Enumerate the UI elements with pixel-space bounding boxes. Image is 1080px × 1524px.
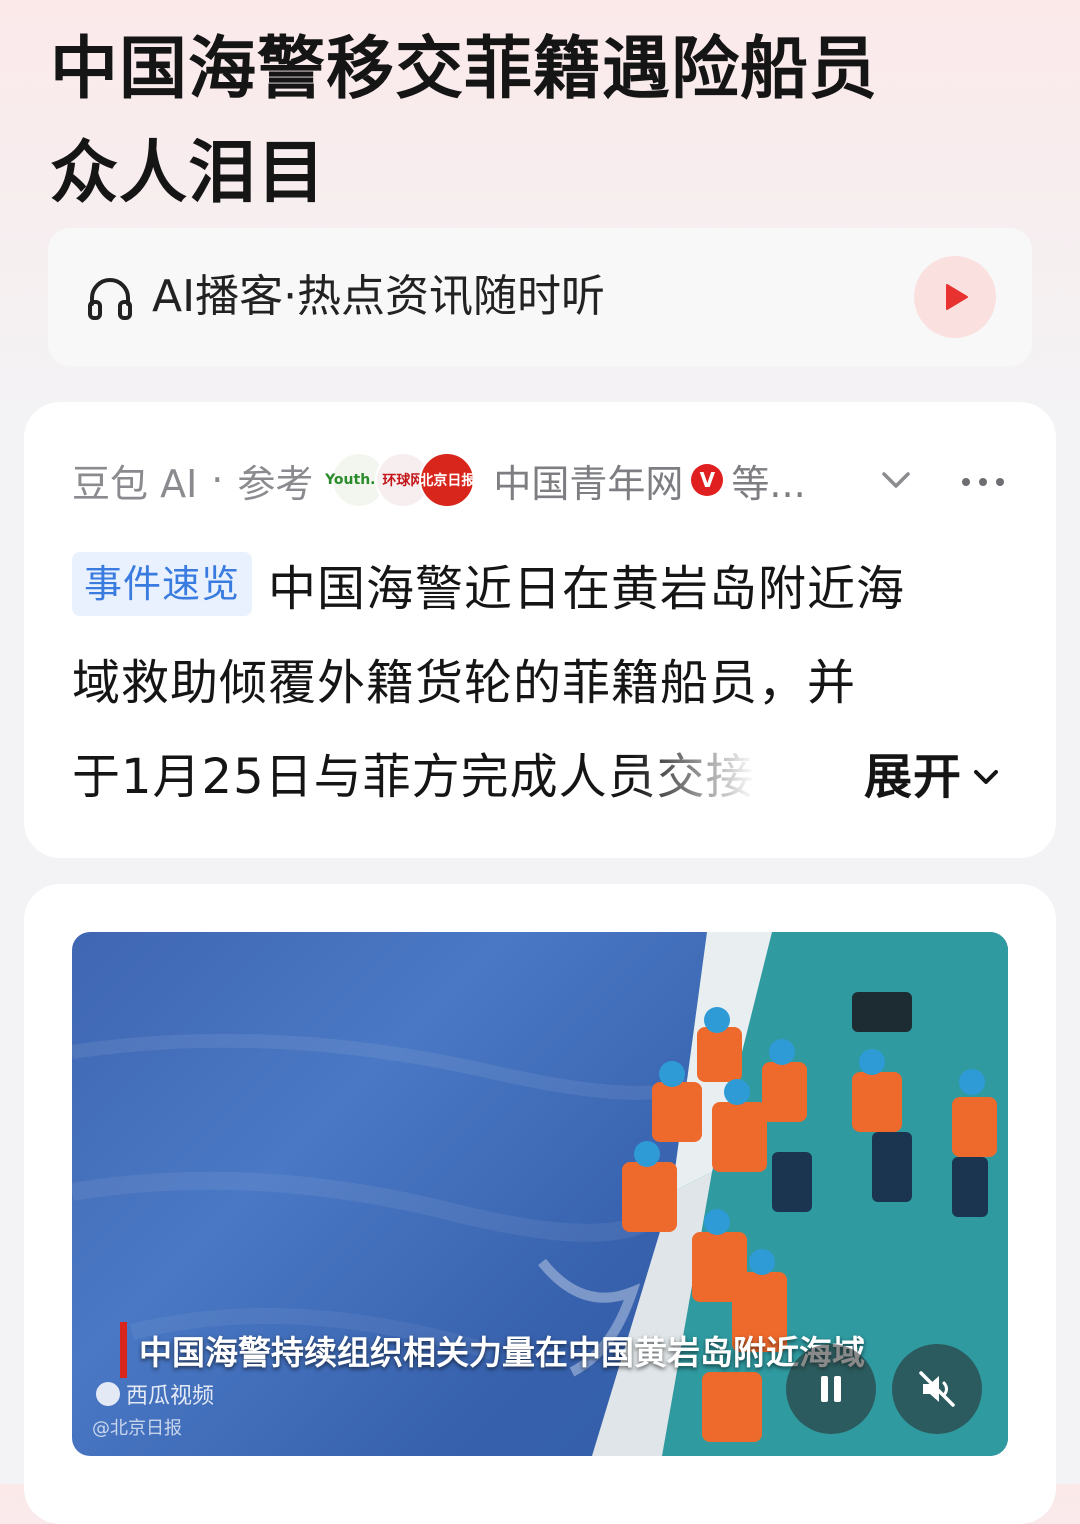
article-title-line-1: 中国海警移交菲籍遇险船员 (50, 30, 879, 109)
mute-icon (919, 1371, 955, 1407)
summary-line-3: 于1月25日与菲方完成人员交接 展开 (72, 730, 1002, 824)
watermark-platform: 西瓜视频 (96, 1378, 214, 1410)
podcast-play-button[interactable] (914, 256, 996, 338)
summary-line-3-text: 于1月25日与菲方完成人员交接 (72, 749, 755, 805)
video-caption: 中国海警持续组织相关力量在中国黄岩岛附近海域 (120, 1322, 865, 1378)
reference-label: 参考 (237, 461, 314, 506)
source-name[interactable]: 中国青年网 (493, 453, 683, 508)
source-logos[interactable]: Youth.cn 环球网 北京日报 (325, 452, 476, 508)
news-video-player[interactable]: 中国海警持续组织相关力量在中国黄岩岛附近海域 西瓜视频 @北京日报 (72, 932, 1008, 1456)
chevron-down-icon (882, 472, 910, 488)
summary-text: 事件速览 中国海警近日在黄岩岛附近海 域救助倾覆外籍货轮的菲籍船员，并 于1月25… (72, 542, 1002, 824)
ai-summary-card: 豆包 AI · 参考 Youth.cn 环球网 北京日报 中国青年网 V 等..… (24, 402, 1056, 858)
video-caption-text: 中国海警持续组织相关力量在中国黄岩岛附近海域 (139, 1333, 865, 1372)
source-logo-bjrb: 北京日报 (419, 452, 476, 508)
summary-meta-row: 豆包 AI · 参考 Youth.cn 环球网 北京日报 中国青年网 V 等..… (72, 450, 1012, 510)
collapse-sources-button[interactable] (876, 460, 916, 500)
more-sources[interactable]: 等... (731, 453, 805, 508)
mute-button[interactable] (892, 1344, 982, 1434)
article-title: 中国海警移交菲籍遇险船员 众人泪目 (50, 18, 1030, 226)
watermark-platform-text: 西瓜视频 (126, 1384, 215, 1409)
more-dots-icon (962, 478, 1004, 486)
meta-separator: · (211, 458, 224, 502)
headphones-icon (86, 274, 134, 322)
video-card: 中国海警持续组织相关力量在中国黄岩岛附近海域 西瓜视频 @北京日报 (24, 884, 1056, 1524)
article-title-line-2: 众人泪目 (50, 134, 327, 213)
caption-accent-bar (120, 1322, 127, 1378)
watermark-source: @北京日报 (92, 1418, 182, 1439)
more-options-button[interactable] (958, 460, 1008, 500)
play-icon (946, 284, 968, 310)
pause-button[interactable] (786, 1344, 876, 1434)
verified-badge: V (691, 464, 724, 496)
event-tag: 事件速览 (72, 552, 253, 616)
expand-chevron-icon (974, 770, 998, 784)
summary-line-1-text: 中国海警近日在黄岩岛附近海 (268, 561, 906, 617)
xigua-logo-icon (96, 1382, 120, 1406)
podcast-label: AI播客·热点资讯随时听 (152, 271, 606, 322)
expand-button[interactable]: 展开 (841, 730, 1002, 824)
pause-icon (821, 1376, 841, 1402)
summary-author: 豆包 AI (72, 461, 198, 506)
ai-podcast-bar[interactable]: AI播客·热点资讯随时听 (48, 228, 1032, 366)
summary-line-2: 域救助倾覆外籍货轮的菲籍船员，并 (72, 655, 857, 711)
summary-line-1: 事件速览 中国海警近日在黄岩岛附近海 (72, 542, 1002, 636)
expand-label: 展开 (863, 749, 962, 805)
